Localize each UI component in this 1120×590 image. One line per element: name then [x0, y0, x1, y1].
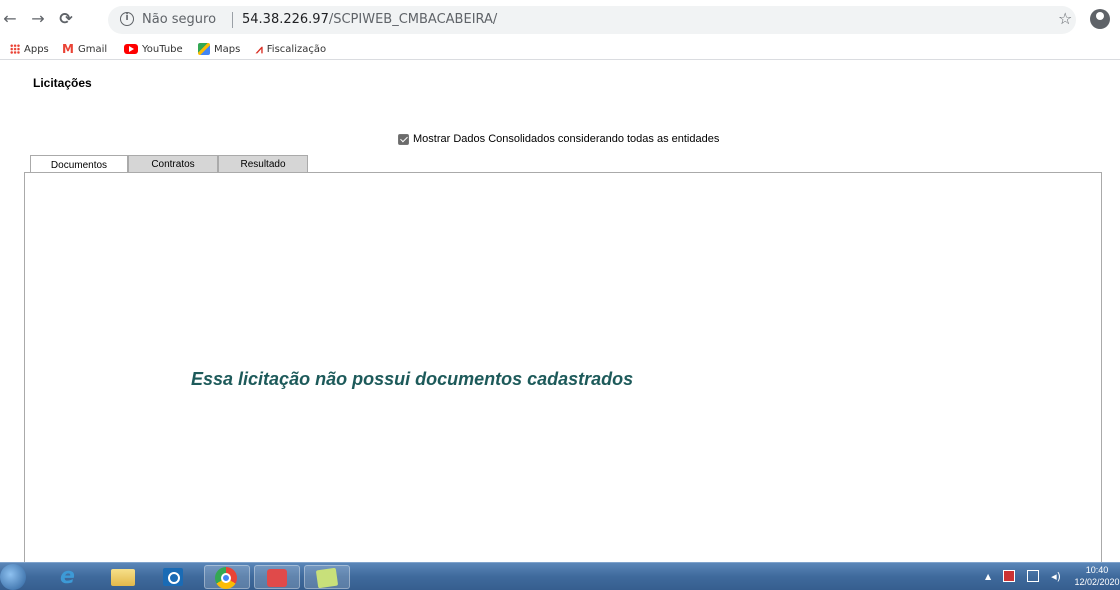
bookmark-label: Apps: [24, 43, 49, 55]
snipping-tool-icon[interactable]: [254, 565, 300, 589]
bookmark-label: Gmail: [77, 43, 108, 55]
bookmark-label: YouTube: [142, 43, 183, 55]
taskbar: e: [0, 562, 1120, 590]
bookmark-maps[interactable]: Maps: [198, 41, 240, 57]
chrome-icon[interactable]: [204, 565, 250, 589]
clock[interactable]: 10:40 12/02/2020: [1074, 564, 1120, 588]
consolidated-checkbox-label: Mostrar Dados Consolidados considerando …: [413, 133, 720, 145]
tab-contratos[interactable]: Contratos: [128, 155, 218, 173]
bookmark-apps[interactable]: Apps: [10, 41, 49, 57]
browser-toolbar: ← → ⟳ i Não seguro 54.38.226.97/SCPIWEB_…: [0, 0, 1120, 38]
tab-bar: Documentos Contratos Resultado: [30, 155, 308, 174]
bookmark-fiscalizacao[interactable]: ⩘ Fiscalização: [256, 41, 326, 57]
url-text[interactable]: 54.38.226.97/SCPIWEB_CMBACABEIRA/: [242, 12, 497, 27]
tray-expand-icon[interactable]: ▲: [985, 572, 991, 581]
bookmark-youtube[interactable]: YouTube: [124, 41, 183, 57]
url-path: /SCPIWEB_CMBACABEIRA/: [328, 12, 498, 27]
bookmark-star-icon[interactable]: ☆: [1058, 9, 1072, 28]
back-icon[interactable]: ←: [0, 9, 20, 29]
consolidated-checkbox[interactable]: [398, 133, 409, 145]
clock-date: 12/02/2020: [1074, 577, 1120, 587]
account-icon[interactable]: [1090, 9, 1110, 29]
tab-panel: Essa licitação não possui documentos cad…: [24, 172, 1102, 572]
outlook-icon[interactable]: [160, 565, 186, 589]
start-button[interactable]: [0, 564, 26, 590]
security-label: Não seguro: [142, 12, 217, 27]
tab-resultado[interactable]: Resultado: [218, 155, 308, 173]
file-explorer-icon[interactable]: [110, 565, 136, 589]
clock-time: 10:40: [1085, 565, 1109, 575]
info-icon[interactable]: i: [120, 12, 134, 26]
bookmark-label: Maps: [214, 43, 241, 55]
internet-explorer-icon[interactable]: e: [60, 565, 86, 589]
empty-message: Essa licitação não possui documentos cad…: [191, 369, 634, 389]
url-host: 54.38.226.97: [242, 12, 329, 27]
consolidated-checkbox-row[interactable]: Mostrar Dados Consolidados considerando …: [398, 133, 719, 145]
maps-icon: [198, 43, 210, 55]
youtube-icon: [124, 44, 138, 54]
gmail-icon: M: [62, 42, 74, 56]
volume-icon[interactable]: ◂): [1051, 570, 1061, 583]
reload-icon[interactable]: ⟳: [56, 9, 76, 29]
network-icon[interactable]: [1027, 570, 1040, 582]
bookmark-gmail[interactable]: M Gmail: [62, 41, 107, 57]
bookmarks-bar: Apps M Gmail YouTube Maps ⩘ Fiscalização: [0, 38, 1120, 60]
page-title: Licitações: [33, 76, 92, 90]
fiscalizacao-icon: ⩘: [256, 41, 263, 56]
action-center-flag-icon[interactable]: [1003, 570, 1016, 582]
system-tray: ▲ ◂): [985, 566, 1061, 586]
forward-icon[interactable]: →: [28, 9, 48, 29]
bookmark-label: Fiscalização: [266, 43, 327, 55]
sticky-notes-icon[interactable]: [304, 565, 350, 589]
address-bar[interactable]: i Não seguro 54.38.226.97/SCPIWEB_CMBACA…: [108, 6, 1076, 34]
apps-icon: [10, 44, 20, 54]
url-separator: [232, 12, 233, 28]
